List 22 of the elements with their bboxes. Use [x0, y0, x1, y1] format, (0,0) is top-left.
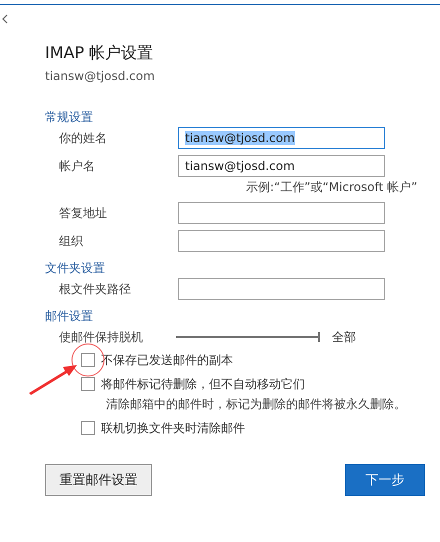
account-email: tiansw@tjosd.com — [45, 69, 156, 85]
page-title: IMAP 帐户设置 — [45, 43, 154, 64]
section-heading: 邮件设置 — [45, 308, 94, 324]
field-label: 帐户名 — [58, 158, 96, 174]
slider-label: 使邮件保持脱机 — [58, 328, 144, 346]
text-field[interactable]: tiansw@tjosd.com — [178, 155, 385, 177]
field-label: 组织 — [58, 232, 84, 250]
field-label: 根文件夹路径 — [58, 280, 132, 298]
checkbox-label: 联机切换文件夹时清除邮件 — [101, 420, 245, 436]
text-field[interactable]: tiansw@tjosd.com — [178, 127, 385, 149]
field-value: tiansw@tjosd.com — [185, 159, 295, 173]
field-label: 你的姓名 — [58, 130, 108, 146]
field-label: 答复地址 — [58, 204, 108, 222]
reset-button[interactable]: 重置邮件设置 — [45, 464, 152, 496]
field-value: tiansw@tjosd.com — [185, 131, 295, 145]
field-hint: 示例:“工作”或“Microsoft 帐户” — [245, 179, 418, 196]
slider-value: 全部 — [332, 328, 356, 346]
next-button[interactable]: 下一步 — [345, 464, 425, 496]
option-note: 清除邮箱中的邮件时，标记为删除的邮件将被永久删除。 — [105, 396, 407, 413]
checkbox-label: 将邮件标记待删除，但不自动移动它们 — [101, 376, 305, 392]
section-heading: 文件夹设置 — [45, 260, 106, 276]
section-heading: 常规设置 — [45, 109, 94, 125]
